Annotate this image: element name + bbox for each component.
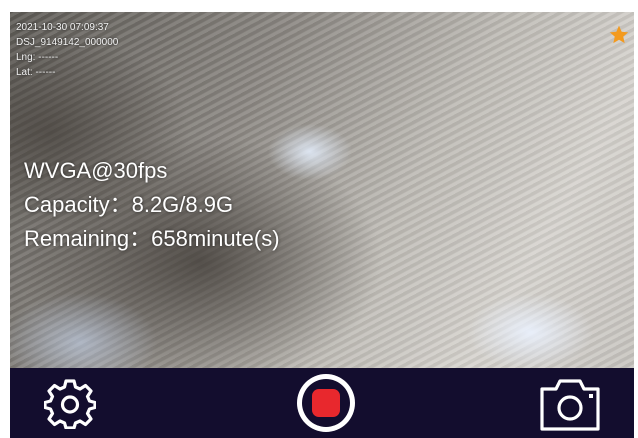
datetime-label: 2021-10-30 07:09:37 xyxy=(16,22,109,33)
recorder-screen: 2021-10-30 07:09:37 DSJ_9149142_000000 L… xyxy=(0,0,638,438)
record-button[interactable] xyxy=(293,374,359,432)
settings-button[interactable] xyxy=(40,374,100,432)
capacity-label: Capacity：8.2G/8.9G xyxy=(24,192,234,217)
camera-preview: 2021-10-30 07:09:37 DSJ_9149142_000000 L… xyxy=(10,12,634,368)
record-icon xyxy=(297,374,355,432)
gear-icon xyxy=(44,379,96,429)
remaining-label: Remaining：658minute(s) xyxy=(24,226,280,251)
resolution-label: WVGA@30fps xyxy=(24,158,168,183)
longitude-label: Lng: ------ xyxy=(16,52,59,63)
camera-button[interactable] xyxy=(535,374,605,432)
recording-info: WVGA@30fps Capacity：8.2G/8.9G Remaining：… xyxy=(24,154,280,256)
metadata-overlay: 2021-10-30 07:09:37 DSJ_9149142_000000 L… xyxy=(16,20,118,80)
bottom-toolbar xyxy=(10,368,634,438)
device-id-label: DSJ_9149142_000000 xyxy=(16,37,119,48)
camera-icon xyxy=(540,379,600,431)
latitude-label: Lat: ------ xyxy=(16,67,56,78)
star-icon[interactable] xyxy=(608,24,630,46)
